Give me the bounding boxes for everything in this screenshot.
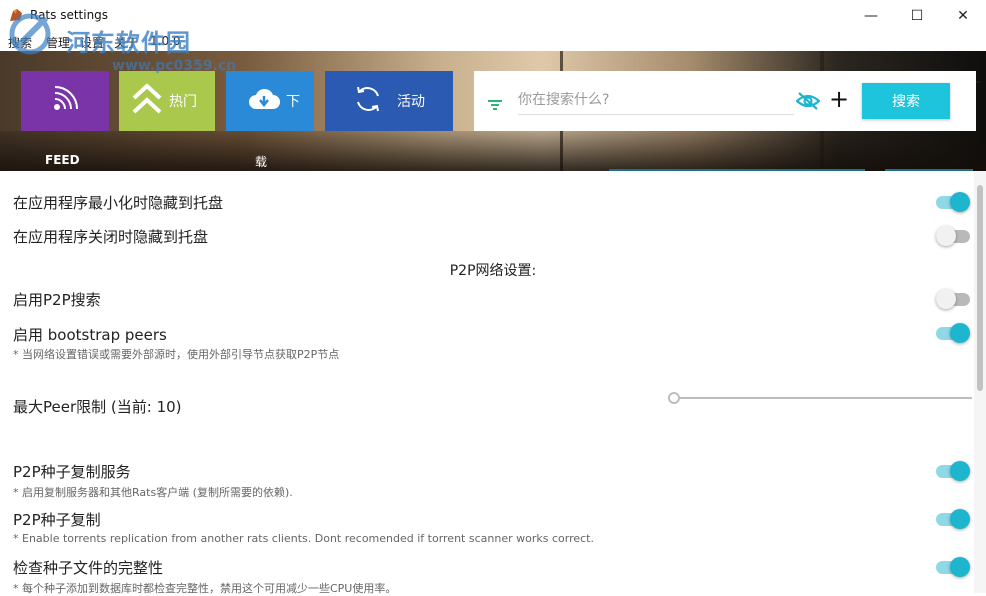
download-tile-label: 下 [286,94,300,110]
search-button[interactable]: 搜索 [862,83,950,119]
maximize-icon: ☐ [910,7,924,24]
setting-replication-server-label: P2P种子复制服务 [13,463,131,481]
setting-integrity-note: * 每个种子添加到数据库时都检查完整性，禁用这个可用减少一些CPU使用率。 [13,582,397,595]
refresh-icon [353,84,383,118]
bootstrap-toggle[interactable] [936,322,972,344]
setting-minimize-to-tray-label: 在应用程序最小化时隐藏到托盘 [13,194,224,212]
setting-replication-note: * Enable torrents replication from anoth… [13,532,594,545]
rss-icon [50,84,80,118]
cloud-download-icon [248,87,280,115]
setting-replication-server-note: * 启用复制服务器和其他Rats客户端 (复制所需要的依赖). [13,486,293,499]
vertical-scrollbar[interactable] [974,171,986,593]
feed-tile[interactable] [21,71,109,131]
add-icon[interactable]: + [829,87,849,111]
setting-close-to-tray-label: 在应用程序关闭时隐藏到托盘 [13,228,209,246]
close-icon: ✕ [957,7,969,24]
watermark-text: 河东软件园 [66,29,191,57]
hot-tile-label: 热门 [169,94,197,110]
setting-replication-label: P2P种子复制 [13,511,101,529]
minimize-to-tray-toggle[interactable] [936,191,972,213]
slider-thumb[interactable] [668,392,680,404]
minimize-button[interactable]: — [848,0,894,31]
maximize-button[interactable]: ☐ [894,0,940,31]
p2p-search-toggle[interactable] [936,288,972,310]
setting-bootstrap-note: * 当网络设置错误或需要外部源时，使用外部引导节点获取P2P节点 [13,348,340,361]
scrollbar-thumb[interactable] [977,185,983,391]
settings-panel: 在应用程序最小化时隐藏到托盘 在应用程序关闭时隐藏到托盘 P2P网络设置: 启用… [0,171,986,595]
max-peer-slider[interactable] [668,392,974,404]
eye-off-icon[interactable] [795,91,821,115]
activity-tile-label: 活动 [397,94,425,110]
integrity-toggle[interactable] [936,556,972,578]
setting-bootstrap-label: 启用 bootstrap peers [13,326,167,344]
banner-shade [0,131,986,171]
watermark-url: www.pc0359.cn [112,58,237,74]
filter-icon[interactable] [488,95,502,114]
watermark: 河东软件园 www.pc0359.cn [2,10,242,74]
setting-max-peer-label: 最大Peer限制 (当前: 10) [13,398,182,416]
setting-p2p-search-label: 启用P2P搜索 [13,291,101,309]
minimize-icon: — [864,7,878,24]
setting-integrity-label: 检查种子文件的完整性 [13,559,164,577]
download-tile[interactable]: 下 [226,71,314,131]
download-tile-sublabel: 载 [255,155,268,169]
hot-tile[interactable]: 热门 [119,71,215,131]
feed-tile-label: FEED [45,153,80,167]
close-button[interactable]: ✕ [940,0,986,31]
replication-server-toggle[interactable] [936,460,972,482]
close-to-tray-toggle[interactable] [936,225,972,247]
search-panel: + 搜索 [474,71,976,131]
search-input[interactable] [518,85,794,115]
double-chevron-up-icon [131,82,163,120]
p2p-section-title: P2P网络设置: [449,263,537,279]
activity-tile[interactable]: 活动 [325,71,453,131]
replication-toggle[interactable] [936,508,972,530]
